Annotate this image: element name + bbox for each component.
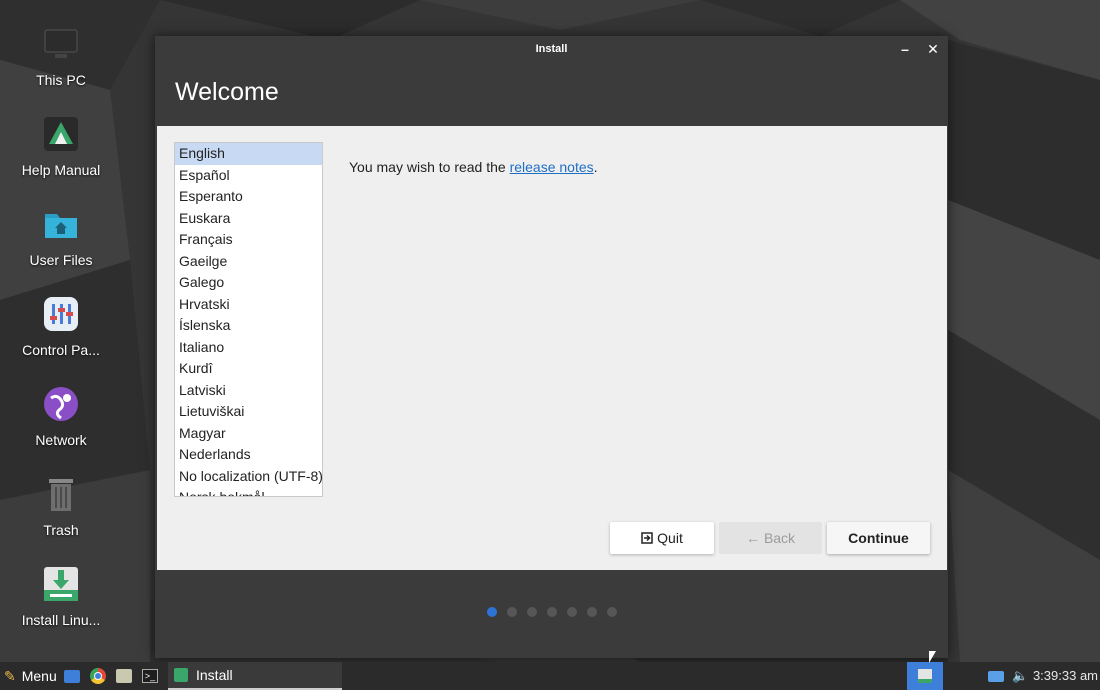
- chrome-launcher[interactable]: [90, 662, 106, 690]
- menu-label: Menu: [21, 668, 57, 684]
- continue-button[interactable]: Continue: [827, 522, 930, 554]
- release-notes-text: You may wish to read the release notes.: [349, 159, 598, 175]
- progress-dot: [547, 607, 557, 617]
- terminal-launcher[interactable]: >_: [142, 662, 158, 690]
- install-window: Install – ✕ Welcome English Español Espe…: [155, 36, 948, 658]
- arrow-left-icon: ←: [745, 530, 760, 546]
- language-item[interactable]: Norsk bokmål: [175, 487, 322, 496]
- language-item[interactable]: Magyar: [175, 423, 322, 445]
- progress-dot: [607, 607, 617, 617]
- keyboard-icon: [988, 670, 1004, 682]
- language-item[interactable]: Latviski: [175, 380, 322, 402]
- desktop-icon-this-pc[interactable]: This PC: [6, 24, 116, 88]
- language-item[interactable]: Nederlands: [175, 444, 322, 466]
- desktop-icon-label: Network: [35, 432, 87, 448]
- computer-icon: [41, 24, 81, 64]
- trash-icon: [41, 474, 81, 514]
- clock[interactable]: 3:39:33 am: [1033, 662, 1098, 690]
- desktop-icon-trash[interactable]: Trash: [6, 474, 116, 538]
- desktop-icon-label: Trash: [43, 522, 79, 538]
- taskbar-install-task[interactable]: Install: [168, 662, 342, 690]
- language-item[interactable]: Lietuviškai: [175, 401, 322, 423]
- close-button[interactable]: ✕: [922, 36, 944, 62]
- home-folder-icon: [41, 204, 81, 244]
- step-progress: [487, 607, 617, 617]
- taskbar: ✎ Menu >_ Install 🔈 3:39:33 am: [0, 662, 1100, 690]
- file-manager-icon: [116, 669, 132, 683]
- language-item[interactable]: Gaeilge: [175, 251, 322, 273]
- minimize-button[interactable]: –: [894, 36, 916, 62]
- volume-indicator[interactable]: 🔈: [1012, 662, 1028, 690]
- menu-button[interactable]: ✎ Menu: [4, 662, 57, 690]
- files-launcher[interactable]: [116, 662, 132, 690]
- language-item[interactable]: No localization (UTF-8): [175, 466, 322, 488]
- language-item-selected[interactable]: English: [175, 143, 322, 165]
- language-item[interactable]: Íslenska: [175, 315, 322, 337]
- menu-logo-icon: ✎: [4, 667, 16, 684]
- keyboard-indicator[interactable]: [988, 662, 1004, 690]
- task-label: Install: [196, 667, 233, 683]
- window-titlebar[interactable]: Install – ✕: [155, 36, 948, 62]
- back-button[interactable]: ← Back: [719, 522, 822, 554]
- volume-icon: 🔈: [1012, 668, 1029, 683]
- desktop-icon-help-manual[interactable]: Help Manual: [6, 114, 116, 178]
- language-item[interactable]: Español: [175, 165, 322, 187]
- show-desktop-launcher[interactable]: [64, 662, 80, 690]
- desktop-icon-control-panel[interactable]: Control Pa...: [6, 294, 116, 358]
- desktop-icon-label: Control Pa...: [22, 342, 100, 358]
- help-manual-icon: [41, 114, 81, 154]
- release-notes-link[interactable]: release notes: [510, 159, 594, 175]
- continue-label: Continue: [848, 530, 909, 546]
- quit-label: Quit: [657, 530, 683, 546]
- progress-dot: [527, 607, 537, 617]
- tray-installer-indicator[interactable]: [907, 662, 943, 690]
- mouse-cursor-icon: [929, 651, 936, 663]
- release-notes-prefix: You may wish to read the: [349, 159, 510, 175]
- language-item[interactable]: Hrvatski: [175, 294, 322, 316]
- installer-tray-icon: [918, 669, 932, 683]
- desktop-icon-network[interactable]: Network: [6, 384, 116, 448]
- desktop-icon-label: This PC: [36, 72, 86, 88]
- installer-icon: [174, 668, 188, 682]
- desktop-icon-install-linux[interactable]: Install Linu...: [6, 564, 116, 628]
- desktop-icon-label: Install Linu...: [21, 612, 101, 628]
- page-title: Welcome: [175, 78, 279, 106]
- progress-dot: [507, 607, 517, 617]
- welcome-content: English Español Esperanto Euskara França…: [157, 126, 947, 570]
- language-item[interactable]: Euskara: [175, 208, 322, 230]
- desktop-icon-label: Help Manual: [21, 162, 101, 178]
- window-title: Install: [535, 43, 568, 55]
- network-globe-icon: [41, 384, 81, 424]
- language-item[interactable]: Français: [175, 229, 322, 251]
- control-panel-icon: [41, 294, 81, 334]
- back-label: Back: [763, 530, 796, 546]
- exit-icon: [641, 522, 653, 554]
- language-list[interactable]: English Español Esperanto Euskara França…: [174, 142, 323, 497]
- desktop-icon-user-files[interactable]: User Files: [6, 204, 116, 268]
- progress-dot: [587, 607, 597, 617]
- desktop-icon-label: User Files: [29, 252, 93, 268]
- language-item[interactable]: Galego: [175, 272, 322, 294]
- desktop-icon: [64, 669, 80, 683]
- terminal-icon: >_: [142, 669, 158, 683]
- chrome-icon: [90, 668, 106, 684]
- language-item[interactable]: Kurdî: [175, 358, 322, 380]
- page-header: Welcome: [155, 62, 948, 126]
- progress-dot: [567, 607, 577, 617]
- language-item[interactable]: Esperanto: [175, 186, 322, 208]
- quit-button[interactable]: Quit: [610, 522, 714, 554]
- progress-dot-active: [487, 607, 497, 617]
- language-item[interactable]: Italiano: [175, 337, 322, 359]
- installer-icon: [41, 564, 81, 604]
- release-notes-suffix: .: [593, 159, 598, 175]
